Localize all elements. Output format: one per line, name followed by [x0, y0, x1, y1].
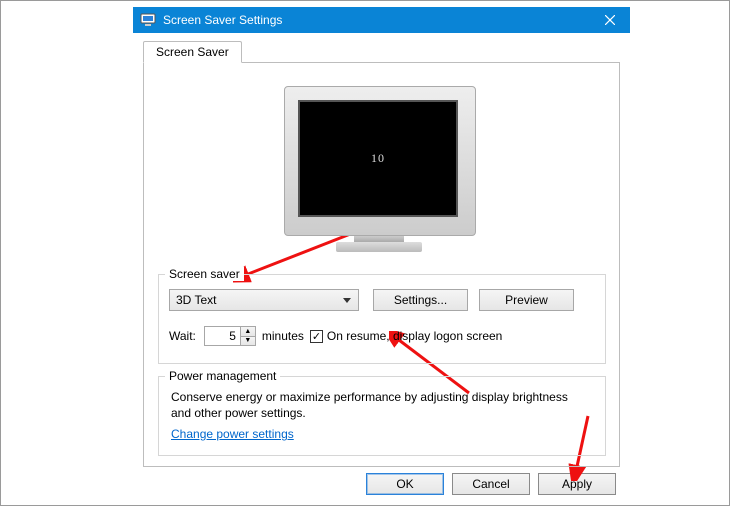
screensaver-dropdown[interactable]: 3D Text	[169, 289, 359, 311]
screensaver-legend: Screen saver	[165, 267, 244, 281]
preview-text: 10	[371, 151, 385, 166]
wait-spinner[interactable]: 5 ▲ ▼	[204, 326, 256, 346]
tab-panel: 10 Screen saver 3D Text Settings...	[143, 62, 620, 467]
monitor-base	[336, 242, 422, 252]
apply-button-label: Apply	[562, 477, 592, 491]
preview-button[interactable]: Preview	[479, 289, 574, 311]
settings-button-label: Settings...	[394, 293, 447, 307]
chevron-down-icon	[342, 295, 352, 305]
change-power-settings-link[interactable]: Change power settings	[171, 427, 294, 441]
minutes-label: minutes	[262, 329, 304, 343]
settings-button[interactable]: Settings...	[373, 289, 468, 311]
ok-button[interactable]: OK	[366, 473, 444, 495]
wait-row: Wait: 5 ▲ ▼ minutes ✓ On resume, display…	[169, 325, 502, 347]
dialog-buttons: OK Cancel Apply	[366, 473, 616, 495]
screensaver-group: Screen saver 3D Text Settings... Preview…	[158, 274, 606, 364]
preview-button-label: Preview	[505, 293, 548, 307]
power-legend: Power management	[165, 369, 280, 383]
titlebar: Screen Saver Settings	[133, 7, 630, 33]
close-icon	[605, 15, 615, 25]
wait-value: 5	[205, 329, 240, 343]
window-title: Screen Saver Settings	[163, 13, 590, 27]
wait-step-up[interactable]: ▲	[241, 327, 255, 337]
power-management-group: Power management Conserve energy or maxi…	[158, 376, 606, 456]
cancel-button[interactable]: Cancel	[452, 473, 530, 495]
client-area: Screen Saver 10 Screen saver 3D Text	[133, 33, 630, 505]
app-icon	[139, 11, 157, 29]
monitor-screen: 10	[298, 100, 458, 217]
power-text: Conserve energy or maximize performance …	[171, 389, 591, 421]
resume-label: On resume, display logon screen	[327, 329, 502, 343]
tab-row: Screen Saver	[143, 41, 242, 63]
close-button[interactable]	[590, 7, 630, 33]
cancel-button-label: Cancel	[472, 477, 509, 491]
wait-label: Wait:	[169, 329, 196, 343]
wait-step-down[interactable]: ▼	[241, 337, 255, 346]
ok-button-label: OK	[396, 477, 413, 491]
screensaver-dropdown-value: 3D Text	[176, 293, 216, 307]
resume-checkbox[interactable]: ✓	[310, 330, 323, 343]
tab-screen-saver[interactable]: Screen Saver	[143, 41, 242, 63]
apply-button[interactable]: Apply	[538, 473, 616, 495]
screensaver-preview-monitor: 10	[284, 86, 476, 258]
